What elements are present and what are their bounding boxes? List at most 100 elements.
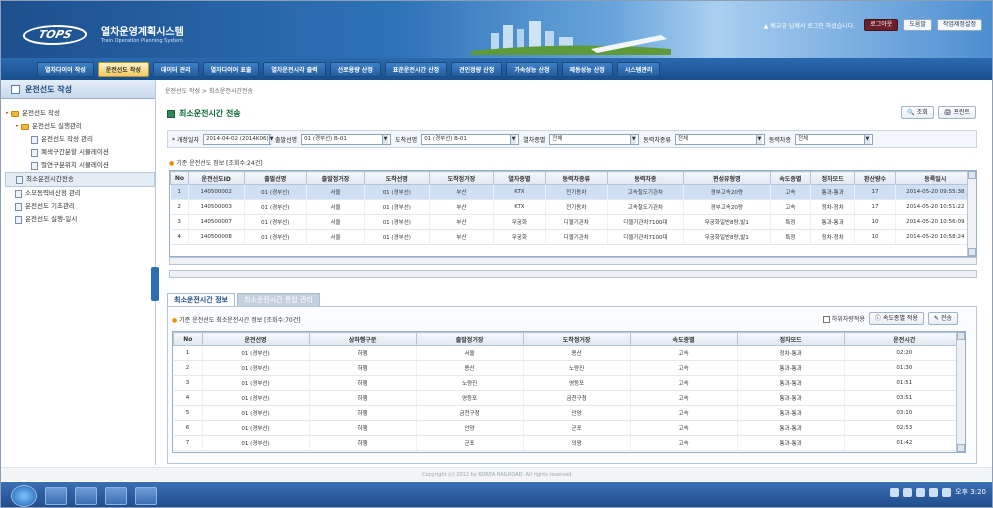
printer-icon: 🖨: [943, 109, 952, 116]
taskbar-app-icon[interactable]: [45, 486, 67, 505]
menu-item-system[interactable]: 시스템관리: [616, 61, 661, 77]
tray-icon: [942, 487, 952, 497]
date-select[interactable]: 2014-04-02 (2014K06) ▼: [203, 133, 274, 145]
tree-item-exec-manage[interactable]: • 운전선도 실행관리: [5, 120, 155, 133]
apply-speed-button[interactable]: ⓘ 속도종별 적용: [868, 312, 924, 325]
menu-item-timetable-output[interactable]: 열차운전시각 출력: [263, 61, 326, 77]
settings-button[interactable]: 작업제정설정: [936, 19, 982, 31]
table-cell: 01 (경부선): [202, 360, 310, 376]
tray-icon: [890, 487, 900, 497]
power-car-select[interactable]: 전체 ▼: [794, 133, 873, 145]
power-type-select[interactable]: 전체 ▼: [674, 133, 765, 145]
table-row[interactable]: 2 01 (경부선) 하행 용산 노량진 고속 통과-통과 01:30: [173, 360, 965, 376]
tree-item-block-sim[interactable]: 폐색구간분할 시뮬레이션: [5, 146, 155, 159]
upper-grid-col-header[interactable]: 출발정거장: [306, 171, 365, 185]
menu-item-data[interactable]: 데이터 관리: [152, 61, 199, 77]
lower-grid-col-header[interactable]: 도착정거장: [522, 332, 631, 346]
tree-item-run-curve[interactable]: • 운전선도 작성: [5, 107, 155, 120]
upper-grid-col-header[interactable]: 출발선명: [243, 171, 308, 185]
print-button[interactable]: 🖨 프린트: [937, 106, 976, 119]
search-icon: 🔍: [907, 109, 915, 116]
logout-button[interactable]: 로그아웃: [864, 19, 899, 31]
table-cell: 정차-정차: [810, 229, 856, 245]
upper-grid-col-header[interactable]: 도착선명: [363, 171, 430, 185]
menu-item-line-capacity[interactable]: 선로용량 산정: [329, 61, 381, 77]
dep-line-select[interactable]: 01 (경부선) B-01 ▼: [301, 133, 392, 145]
tab-min-time-info[interactable]: 최소운전시간 정보: [167, 293, 235, 307]
menu-item-braking[interactable]: 제동성능 산정: [561, 61, 613, 77]
lower-grid-col-header[interactable]: 상하행구분: [308, 332, 417, 346]
table-cell: 안양: [523, 405, 631, 421]
lower-grid-col-header[interactable]: 속도종별: [629, 332, 738, 346]
table-row[interactable]: 1 01 (경부선) 하행 서울 용산 고속 정차-통과 02:20: [173, 345, 965, 361]
table-row[interactable]: 6 01 (경부선) 하행 안양 군포 고속 통과-통과 02:53: [173, 420, 965, 436]
menu-item-run-curve[interactable]: 운전선도 작성: [97, 61, 149, 77]
lower-grid-col-header[interactable]: 운전시간: [843, 332, 965, 346]
left-panel-header: 운전선도 작성: [1, 80, 155, 99]
upper-grid-col-header[interactable]: 정차모드: [809, 171, 856, 185]
table-row[interactable]: 1 140500002 01 (경부선) 서울 01 (경부선) 부산 KTX 전기동차 고속철…: [170, 184, 976, 200]
send-button[interactable]: ✎ 전송: [927, 312, 958, 325]
upper-grid-hscroll[interactable]: [169, 257, 977, 265]
upper-grid-vscroll[interactable]: [967, 171, 976, 256]
upper-grid-col-header[interactable]: 운전선도ID: [187, 171, 245, 185]
table-cell: 고속: [630, 360, 738, 376]
table-cell: 4: [170, 229, 189, 245]
menu-item-diagram[interactable]: 열차다이어 작성: [37, 61, 94, 77]
tops-logo[interactable]: TOPS: [20, 25, 90, 45]
table-row[interactable]: 5 01 (경부선) 하행 금천구청 안양 고속 통과-통과 03:10: [173, 405, 965, 421]
lower-grid-col-header[interactable]: No: [173, 332, 203, 346]
taskbar-app-icon[interactable]: [75, 486, 97, 505]
taskbar-app-icon[interactable]: [105, 486, 127, 505]
system-title: 열차운영계획시스템: [101, 27, 184, 38]
tree-item-power-cost[interactable]: 소모동력비산정 관리: [5, 187, 155, 200]
menu-item-standard-time[interactable]: 표준운전시간 산정: [384, 61, 448, 77]
tree-item-min-time-transfer[interactable]: 최소운전시간전송: [5, 172, 155, 187]
lower-grid-col-header[interactable]: 출발정거장: [415, 332, 524, 346]
upper-grid-col-header[interactable]: 환산량수: [854, 171, 896, 185]
clock[interactable]: 오후 3:20: [955, 487, 986, 497]
arr-line-select[interactable]: 01 (경부선) B-01 ▼: [421, 133, 520, 145]
upper-grid-col-header[interactable]: No: [170, 171, 189, 185]
tree-item-basic-manage[interactable]: 운전선도 기초관리: [5, 200, 155, 213]
upper-grid-col-header[interactable]: 속도종별: [769, 171, 811, 185]
arr-line-label: 도착선명: [395, 136, 418, 144]
panel-collapse-handle[interactable]: [151, 267, 159, 301]
lower-grid-col-header[interactable]: 정차모드: [736, 332, 845, 346]
help-button[interactable]: 도움말: [903, 19, 932, 31]
search-button[interactable]: 🔍 조회: [901, 106, 934, 119]
upper-grid-col-header[interactable]: 등록일시: [894, 171, 976, 185]
upper-grid-col-header[interactable]: 동력차종류: [544, 171, 609, 185]
table-cell: 군포: [523, 420, 631, 436]
table-row[interactable]: 7 01 (경부선) 하행 군포 의왕 고속 통과-통과 01:42: [173, 435, 965, 451]
table-cell: 고속: [630, 345, 738, 361]
table-cell: 고속철도기관차: [607, 184, 684, 200]
table-row[interactable]: 3 01 (경부선) 하행 노량진 영등포 고속 통과-통과 01:51: [173, 375, 965, 391]
table-row[interactable]: 3 140500007 01 (경부선) 서울 01 (경부선) 부산 무궁화 디젤기관차 디젤…: [170, 214, 976, 230]
taskbar-app-icon[interactable]: [135, 486, 157, 505]
upper-grid-col-header[interactable]: 동력차종: [607, 171, 684, 185]
lower-vehicle-checkbox[interactable]: 하위차량적용: [822, 314, 865, 323]
table-row[interactable]: 4 01 (경부선) 하행 영등포 금천구청 고속 통과-통과 03:51: [173, 390, 965, 406]
table-row[interactable]: 2 140500003 01 (경부선) 서울 01 (경부선) 부산 KTX 전기동차 고속철…: [170, 199, 976, 215]
table-cell: 서울: [306, 214, 365, 230]
table-cell: 2: [170, 199, 189, 215]
table-row[interactable]: 4 140500008 01 (경부선) 서울 01 (경부선) 부산 무궁화 디젤기관차 디젤…: [170, 229, 976, 245]
tree-item-insulation-sim[interactable]: 절연구분위치 시뮬레이션: [5, 159, 155, 172]
upper-grid-col-header[interactable]: 열차종별: [493, 171, 546, 185]
tree-item-write-manage[interactable]: 운전선도 작성 관리: [5, 133, 155, 146]
menu-item-traction-load[interactable]: 견인정량 산정: [451, 61, 503, 77]
tab-min-time-manage[interactable]: 최소운전시간 통합 관리: [236, 293, 320, 307]
table-cell: 특정: [770, 214, 811, 230]
upper-grid-col-header[interactable]: 편성유형명: [682, 171, 771, 185]
splitter-scroll[interactable]: [169, 270, 977, 278]
lower-grid-vscroll[interactable]: [956, 332, 965, 452]
start-button[interactable]: [11, 484, 37, 507]
train-type-select[interactable]: 전체 ▼: [549, 133, 640, 145]
lower-grid-col-header[interactable]: 운전선명: [201, 332, 310, 346]
upper-grid-col-header[interactable]: 도착정거장: [428, 171, 495, 185]
menu-item-diagram-display[interactable]: 열차다이어 표출: [202, 61, 260, 77]
tree-item-exec-temp[interactable]: 운전선도 실행-일시: [5, 213, 155, 226]
table-cell: 하행: [309, 375, 417, 391]
menu-item-acceleration[interactable]: 가속성능 산정: [506, 61, 558, 77]
